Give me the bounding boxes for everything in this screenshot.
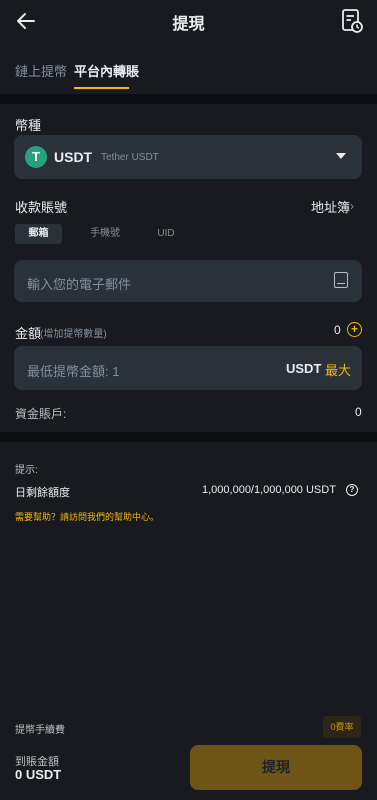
dropdown-caret-icon	[336, 153, 346, 159]
withdraw-history-icon[interactable]	[340, 8, 364, 34]
help-circle-icon[interactable]: ?	[346, 484, 358, 496]
section-divider	[0, 94, 377, 104]
coin-selector[interactable]: T USDT Tether USDT	[14, 135, 362, 179]
email-placeholder: 輸入您的電子郵件	[27, 277, 132, 292]
amount-unit: USDT	[286, 361, 322, 376]
contact-book-icon[interactable]	[334, 272, 348, 288]
amount-hint: (增加提幣數量)	[40, 329, 107, 340]
daily-limit-value: 1,000,000/1,000,000 USDT	[202, 484, 336, 496]
amount-placeholder: 最低提幣金額: 1	[27, 364, 120, 379]
recipient-type-uid[interactable]: UID	[148, 224, 184, 244]
recipient-type-phone[interactable]: 手機號	[80, 224, 130, 244]
amount-value: 0	[334, 323, 341, 337]
fee-label: 提幣手續費	[15, 725, 65, 736]
max-button[interactable]: 最大	[325, 360, 351, 379]
funding-account-value: 0	[355, 405, 362, 419]
recipient-label: 收款賬號	[15, 200, 68, 215]
withdraw-submit-button[interactable]: 提現	[190, 745, 362, 790]
active-tab-indicator	[74, 87, 129, 89]
fee-badge: 0費率	[323, 716, 361, 738]
amount-label: 金額	[15, 326, 42, 341]
coin-label: 幣種	[15, 118, 42, 133]
address-book-link[interactable]: 地址簿	[311, 197, 350, 216]
email-field[interactable]: 輸入您的電子郵件	[14, 260, 362, 302]
page-title: 提現	[172, 16, 205, 33]
funding-account-label: 資金賬戶:	[15, 407, 67, 421]
received-amount-value: 0 USDT	[15, 767, 62, 782]
app-header: 提現	[0, 0, 377, 44]
help-center-link[interactable]: 需要幫助？請訪問我們的幫助中心。	[15, 510, 159, 523]
coin-name: Tether USDT	[101, 152, 159, 163]
amount-input[interactable]: 最低提幣金額: 1 USDT 最大	[14, 346, 362, 390]
tab-internal-transfer[interactable]: 平台內轉賬	[74, 61, 139, 80]
tab-onchain[interactable]: 鏈上提幣	[15, 61, 67, 80]
withdraw-tabs: 鏈上提幣 平台內轉賬	[0, 52, 377, 92]
coin-symbol: USDT	[54, 149, 93, 165]
section-divider	[0, 432, 377, 442]
plus-circle-icon[interactable]: +	[347, 322, 362, 337]
recipient-type-email[interactable]: 郵箱	[15, 224, 62, 244]
daily-limit-label: 日剩餘額度	[15, 487, 70, 499]
usdt-logo-icon: T	[25, 146, 47, 168]
chevron-right-icon: ›	[350, 199, 354, 213]
tips-label: 提示:	[15, 465, 38, 476]
